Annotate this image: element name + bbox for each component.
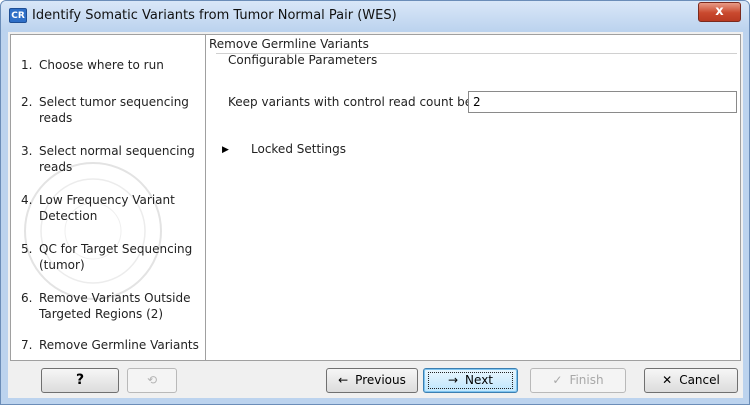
step-number: 3. bbox=[21, 144, 33, 158]
step-label: Choose where to run bbox=[39, 58, 164, 72]
watermark-seal bbox=[24, 162, 162, 300]
step-label: Select normal sequencing reads bbox=[39, 144, 195, 174]
step-number: 1. bbox=[21, 58, 33, 72]
settings-panel: Remove Germline Variants Configurable Pa… bbox=[206, 34, 741, 361]
step-label: Low Frequency Variant Detection bbox=[39, 193, 175, 223]
section-title: Remove Germline Variants bbox=[209, 37, 369, 51]
step-label: QC for Target Sequencing (tumor) bbox=[39, 242, 193, 272]
dialog-window: CR Identify Somatic Variants from Tumor … bbox=[0, 0, 750, 405]
group-title: Configurable Parameters bbox=[228, 53, 378, 67]
step-number: 5. bbox=[21, 242, 33, 256]
close-button[interactable]: x bbox=[698, 2, 741, 22]
help-button[interactable]: ? bbox=[41, 368, 119, 393]
locked-settings-toggle[interactable]: Locked Settings bbox=[251, 142, 346, 156]
step-label: Select tumor sequencing reads bbox=[39, 95, 189, 125]
next-button[interactable]: → Next bbox=[423, 368, 518, 393]
finish-label: Finish bbox=[569, 373, 604, 387]
wizard-steps-panel: 1. Choose where to run 2. Select tumor s… bbox=[10, 34, 206, 361]
control-read-count-label: Keep variants with control read count be… bbox=[228, 95, 493, 109]
dialog-body: 1. Choose where to run 2. Select tumor s… bbox=[8, 32, 743, 398]
arrow-left-icon: ← bbox=[338, 373, 349, 387]
control-read-count-input[interactable] bbox=[468, 91, 737, 113]
step-number: 2. bbox=[21, 95, 33, 109]
cancel-button[interactable]: ✕ Cancel bbox=[644, 368, 738, 393]
previous-button[interactable]: ← Previous bbox=[326, 368, 418, 393]
step-number: 6. bbox=[21, 291, 33, 305]
app-icon: CR bbox=[9, 8, 27, 23]
focus-ring bbox=[428, 372, 513, 389]
cancel-label: Cancel bbox=[679, 373, 720, 387]
step-label: Remove Germline Variants bbox=[39, 338, 199, 352]
close-icon: ✕ bbox=[662, 373, 673, 387]
step-number: 7. bbox=[21, 338, 33, 352]
step-label: Remove Variants Outside Targeted Regions… bbox=[39, 291, 191, 321]
step-number: 4. bbox=[21, 193, 33, 207]
expand-arrow-icon[interactable]: ▶ bbox=[222, 145, 229, 155]
finish-button[interactable]: ✓ Finish bbox=[530, 368, 626, 393]
previous-label: Previous bbox=[355, 373, 406, 387]
check-icon: ✓ bbox=[552, 373, 563, 387]
history-icon: ⟲ bbox=[146, 373, 158, 387]
title-bar[interactable]: CR Identify Somatic Variants from Tumor … bbox=[1, 1, 749, 31]
window-title: Identify Somatic Variants from Tumor Nor… bbox=[32, 8, 397, 23]
reset-button[interactable]: ⟲ bbox=[127, 368, 177, 393]
